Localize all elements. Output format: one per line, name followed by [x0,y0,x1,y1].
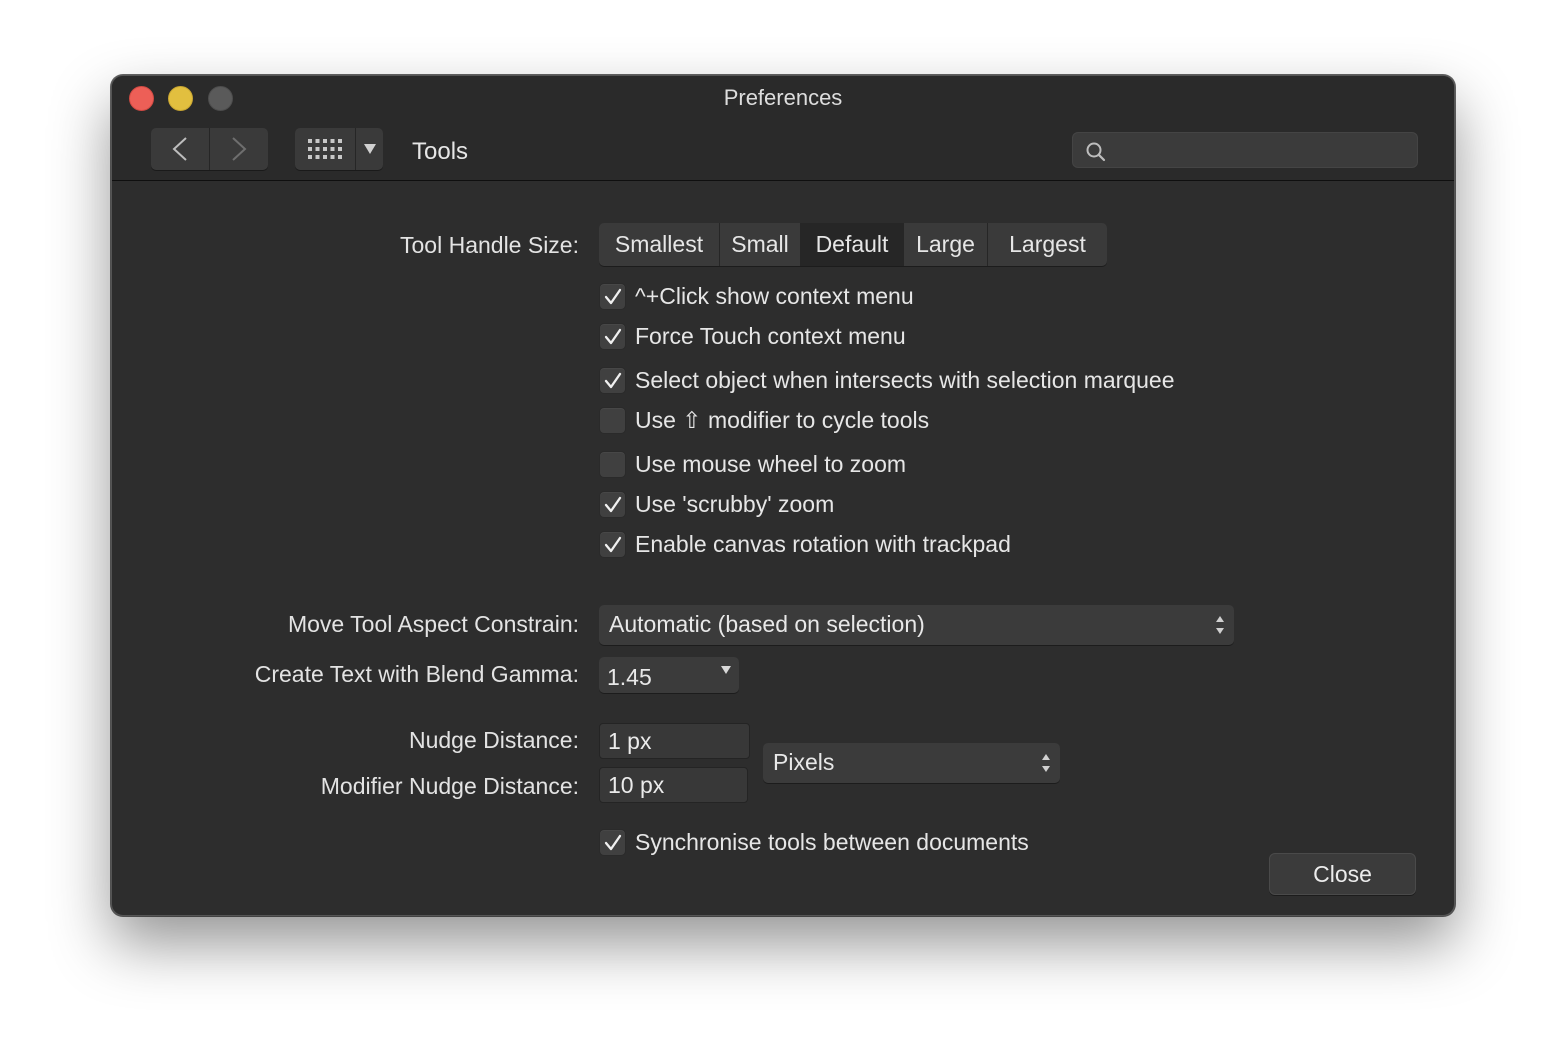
checkmark-icon [604,288,621,304]
triangle-down-icon [721,666,731,674]
checkbox-force-touch-context-menu[interactable]: Force Touch context menu [599,323,906,350]
checkbox-sync-tools-documents[interactable]: Synchronise tools between documents [599,829,1029,856]
checkbox-label: Force Touch context menu [635,323,906,349]
checkbox-scrubby-zoom[interactable]: Use 'scrubby' zoom [599,491,834,518]
segment-default[interactable]: Default [801,223,904,266]
nudge-distance-label: Nudge Distance: [408,727,579,753]
modifier-nudge-distance-label: Modifier Nudge Distance: [320,773,579,799]
segment-largest[interactable]: Largest [988,223,1107,266]
checkbox-ctrl-click-context-menu[interactable]: ^+Click show context menu [599,283,914,310]
blend-gamma-combo[interactable]: 1.45 [599,657,739,693]
show-all-button[interactable] [295,128,355,170]
checkbox-label: Use mouse wheel to zoom [635,451,907,477]
checkbox-mouse-wheel-zoom[interactable]: Use mouse wheel to zoom [599,451,906,478]
show-all-group [295,128,383,170]
checkbox[interactable] [599,407,626,434]
nudge-distance-field[interactable] [599,723,750,759]
blend-gamma-label: Create Text with Blend Gamma: [254,661,579,687]
nudge-distance-input[interactable] [606,727,743,755]
segment-smallest[interactable]: Smallest [599,223,720,266]
combo-value: 1.45 [607,664,652,690]
checkbox[interactable] [599,491,626,518]
grid-icon [308,139,342,159]
search-field[interactable] [1072,132,1418,168]
checkbox[interactable] [599,531,626,558]
nudge-units-popup[interactable]: Pixels [763,743,1060,783]
checkmark-icon [604,536,621,552]
title-toolbar: Preferences Tools [112,76,1454,181]
checkbox-label: Use ⇧ modifier to cycle tools [635,407,930,433]
checkbox-label: Enable canvas rotation with trackpad [635,531,1011,557]
checkbox-label: Synchronise tools between documents [635,829,1029,855]
checkbox-canvas-rotation-trackpad[interactable]: Enable canvas rotation with trackpad [599,531,1011,558]
modifier-nudge-distance-input[interactable] [606,771,741,799]
search-icon [1086,142,1106,162]
up-down-arrows-icon [1042,754,1050,772]
show-all-menu-button[interactable] [355,128,383,170]
chevron-right-icon [231,137,246,161]
checkbox[interactable] [599,451,626,478]
checkbox-shift-cycle-tools[interactable]: Use ⇧ modifier to cycle tools [599,407,929,434]
checkbox[interactable] [599,323,626,350]
checkbox-label: ^+Click show context menu [635,283,914,309]
section-title: Tools [412,138,469,165]
checkbox-select-intersects-marquee[interactable]: Select object when intersects with selec… [599,367,1175,394]
checkbox-label: Use 'scrubby' zoom [635,491,835,517]
back-button[interactable] [151,128,209,170]
preferences-window: Preferences Tools Tool Handle Size: Smal… [111,75,1455,916]
segment-small[interactable]: Small [720,223,801,266]
popup-value: Pixels [773,749,835,775]
checkmark-icon [604,328,621,344]
up-down-arrows-icon [1216,616,1224,634]
history-nav [151,128,268,170]
segment-large[interactable]: Large [904,223,988,266]
modifier-nudge-distance-field[interactable] [599,767,748,803]
triangle-down-icon [363,144,376,154]
checkmark-icon [604,834,621,850]
tool-handle-size-segmented: Smallest Small Default Large Largest [599,223,1107,266]
tool-handle-size-label: Tool Handle Size: [400,232,579,258]
checkmark-icon [604,496,621,512]
move-tool-aspect-popup[interactable]: Automatic (based on selection) [599,605,1234,645]
checkbox[interactable] [599,283,626,310]
forward-button[interactable] [209,128,267,170]
checkmark-icon [604,372,621,388]
checkbox[interactable] [599,367,626,394]
checkbox[interactable] [599,829,626,856]
search-input[interactable] [1117,137,1407,163]
close-button[interactable]: Close [1269,853,1416,895]
move-tool-aspect-label: Move Tool Aspect Constrain: [287,611,579,637]
chevron-left-icon [172,137,187,161]
window-title: Preferences [723,85,843,110]
popup-value: Automatic (based on selection) [609,611,925,637]
checkbox-label: Select object when intersects with selec… [635,367,1175,393]
